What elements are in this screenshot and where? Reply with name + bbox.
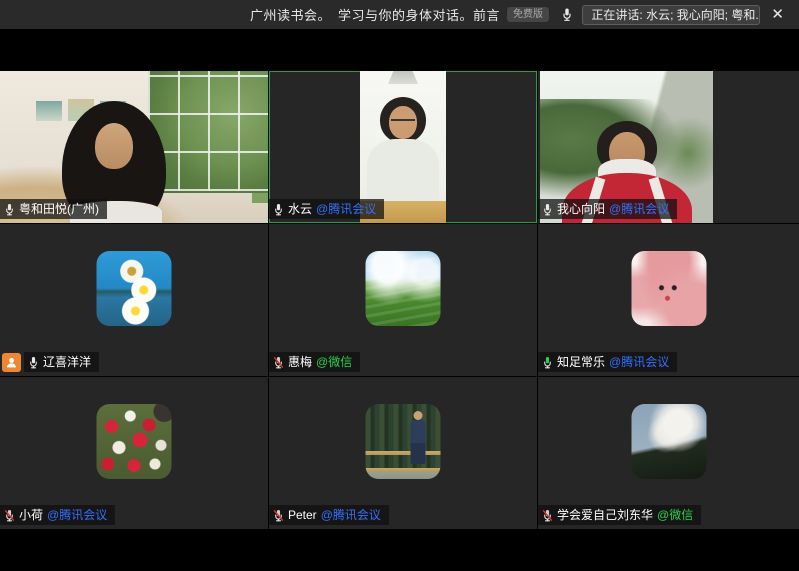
- nameplate-row: Peter@腾讯会议: [269, 505, 389, 525]
- mic-muted-icon: [4, 509, 15, 522]
- participant-tile[interactable]: 水云@腾讯会议: [269, 71, 537, 223]
- mic-on-icon: [4, 203, 15, 216]
- participant-nameplate: 我心向阳@腾讯会议: [538, 199, 677, 219]
- nameplate-row: 辽喜洋洋: [0, 352, 99, 372]
- mic-muted-icon: [273, 356, 284, 369]
- mic-speaking-icon: [542, 356, 553, 369]
- speaking-status: 正在讲话: 水云; 我心向阳; 粤和...: [582, 5, 760, 25]
- nameplate-row: 惠梅@微信: [269, 352, 360, 372]
- nameplate-row: 我心向阳@腾讯会议: [538, 199, 677, 219]
- free-version-badge[interactable]: 免费版: [507, 7, 549, 22]
- avatar: [97, 404, 172, 479]
- participant-name: 学会爱自己刘东华: [557, 507, 653, 523]
- participant-name: 水云: [288, 201, 312, 217]
- participant-nameplate: Peter@腾讯会议: [269, 505, 389, 525]
- mic-muted-icon: [273, 509, 284, 522]
- window-frame: [148, 71, 268, 191]
- mic-on-icon: [28, 356, 39, 369]
- person-icon: [5, 356, 18, 369]
- person-shirt: [367, 139, 439, 203]
- participant-nameplate: 知足常乐@腾讯会议: [538, 352, 677, 372]
- participant-tile[interactable]: 惠梅@微信: [269, 224, 537, 376]
- participant-nameplate: 粤和田悦(广州): [0, 199, 107, 219]
- mic-on-icon: [273, 203, 284, 216]
- participant-tile[interactable]: 粤和田悦(广州): [0, 71, 268, 223]
- nameplate-row: 水云@腾讯会议: [269, 199, 384, 219]
- participant-name: Peter: [288, 507, 317, 523]
- avatar: [97, 251, 172, 326]
- participant-name: 我心向阳: [557, 201, 605, 217]
- participant-nameplate: 水云@腾讯会议: [269, 199, 384, 219]
- participant-tile[interactable]: Peter@腾讯会议: [269, 377, 537, 529]
- participant-tile[interactable]: 辽喜洋洋: [0, 224, 268, 376]
- meeting-window: 广州读书会。 学习与你的身体对话。前言 免费版 正在讲话: 水云; 我心向阳; …: [0, 0, 799, 571]
- avatar: [366, 404, 441, 479]
- nameplate-row: 学会爱自己刘东华@微信: [538, 505, 701, 525]
- nameplate-row: 小荷@腾讯会议: [0, 505, 115, 525]
- participant-name: 辽喜洋洋: [43, 354, 91, 370]
- close-icon[interactable]: ✕: [769, 7, 786, 22]
- avatar: [631, 251, 706, 326]
- title-bar-right: 正在讲话: 水云; 我心向阳; 粤和... ✕: [561, 0, 799, 29]
- participant-platform: @微信: [316, 354, 352, 370]
- participant-nameplate: 小荷@腾讯会议: [0, 505, 115, 525]
- participant-tile[interactable]: 小荷@腾讯会议: [0, 377, 268, 529]
- participant-tile[interactable]: 我心向阳@腾讯会议: [538, 71, 799, 223]
- person-face: [95, 123, 133, 169]
- participant-grid: 粤和田悦(广州) 水云@腾讯会议: [0, 71, 799, 529]
- participant-platform: @腾讯会议: [316, 201, 376, 217]
- mic-on-icon: [542, 203, 553, 216]
- participant-platform: @腾讯会议: [609, 201, 669, 217]
- microphone-icon: [561, 7, 573, 22]
- glasses: [391, 119, 415, 125]
- avatar: [366, 251, 441, 326]
- avatar: [631, 404, 706, 479]
- participant-name: 知足常乐: [557, 354, 605, 370]
- mic-muted-icon: [542, 509, 553, 522]
- participant-nameplate: 学会爱自己刘东华@微信: [538, 505, 701, 525]
- participant-name: 粤和田悦(广州): [19, 201, 99, 217]
- participant-platform: @腾讯会议: [47, 507, 107, 523]
- title-bar: 广州读书会。 学习与你的身体对话。前言 免费版 正在讲话: 水云; 我心向阳; …: [0, 0, 799, 29]
- nameplate-row: 粤和田悦(广州): [0, 199, 107, 219]
- person-figure: [411, 420, 426, 464]
- host-badge: [2, 353, 21, 372]
- meeting-title: 广州读书会。 学习与你的身体对话。前言: [250, 5, 500, 24]
- participant-platform: @腾讯会议: [321, 507, 381, 523]
- nameplate-row: 知足常乐@腾讯会议: [538, 352, 677, 372]
- participant-nameplate: 惠梅@微信: [269, 352, 360, 372]
- participant-name: 惠梅: [288, 354, 312, 370]
- participant-nameplate: 辽喜洋洋: [24, 352, 99, 372]
- participant-platform: @腾讯会议: [609, 354, 669, 370]
- participant-tile[interactable]: 知足常乐@腾讯会议: [538, 224, 799, 376]
- participant-tile[interactable]: 学会爱自己刘东华@微信: [538, 377, 799, 529]
- participant-platform: @微信: [657, 507, 693, 523]
- participant-name: 小荷: [19, 507, 43, 523]
